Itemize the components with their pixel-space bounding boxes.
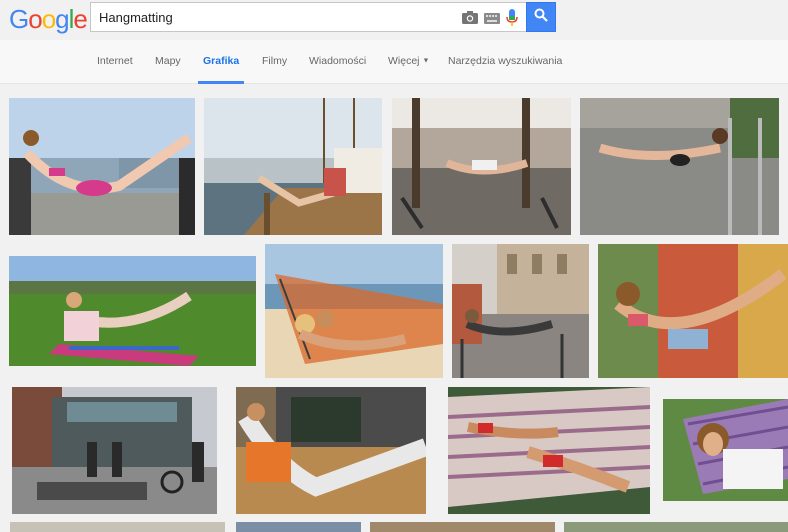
tab-more[interactable]: Więcej ▼ bbox=[388, 55, 429, 67]
image-result[interactable] bbox=[564, 522, 788, 532]
microphone-icon[interactable] bbox=[506, 9, 518, 31]
caret-down-icon: ▼ bbox=[422, 57, 430, 65]
tab-maps[interactable]: Mapy bbox=[155, 55, 181, 67]
tab-internet[interactable]: Internet bbox=[97, 55, 133, 67]
image-result[interactable] bbox=[580, 98, 779, 235]
image-result[interactable] bbox=[598, 244, 788, 378]
top-bar: Google Hangmatting bbox=[0, 0, 788, 40]
image-result[interactable] bbox=[9, 256, 256, 366]
image-results-grid bbox=[0, 85, 788, 532]
image-result[interactable] bbox=[236, 522, 361, 532]
image-result[interactable] bbox=[236, 387, 426, 514]
keyboard-icon[interactable] bbox=[484, 11, 500, 29]
search-icon bbox=[534, 8, 548, 27]
tab-videos[interactable]: Filmy bbox=[262, 55, 287, 67]
image-result[interactable] bbox=[265, 244, 443, 378]
image-result[interactable] bbox=[9, 98, 195, 235]
image-result[interactable] bbox=[448, 387, 650, 514]
active-tab-indicator bbox=[198, 81, 244, 84]
image-result[interactable] bbox=[204, 98, 382, 235]
logo-letter: o bbox=[41, 4, 57, 34]
search-input[interactable]: Hangmatting bbox=[90, 2, 526, 32]
logo-letter: g bbox=[55, 4, 70, 34]
search-tabs: Internet Mapy Grafika Filmy Wiadomości W… bbox=[0, 40, 788, 84]
tab-news[interactable]: Wiadomości bbox=[309, 55, 366, 67]
logo-letter: G bbox=[9, 4, 29, 34]
google-logo[interactable]: Google bbox=[9, 4, 88, 35]
logo-letter: o bbox=[28, 4, 43, 34]
tab-search-tools[interactable]: Narzędzia wyszukiwania bbox=[448, 55, 562, 67]
image-result[interactable] bbox=[392, 98, 571, 235]
image-result[interactable] bbox=[663, 399, 788, 501]
logo-letter: e bbox=[73, 4, 88, 34]
search-query[interactable]: Hangmatting bbox=[99, 10, 173, 25]
image-result[interactable] bbox=[452, 244, 589, 378]
image-result[interactable] bbox=[10, 522, 225, 532]
image-result[interactable] bbox=[12, 387, 217, 514]
tab-more-label: Więcej bbox=[388, 55, 420, 67]
search-button[interactable] bbox=[526, 2, 556, 32]
image-result[interactable] bbox=[370, 522, 555, 532]
tab-images[interactable]: Grafika bbox=[203, 55, 239, 67]
camera-icon[interactable] bbox=[462, 11, 478, 29]
